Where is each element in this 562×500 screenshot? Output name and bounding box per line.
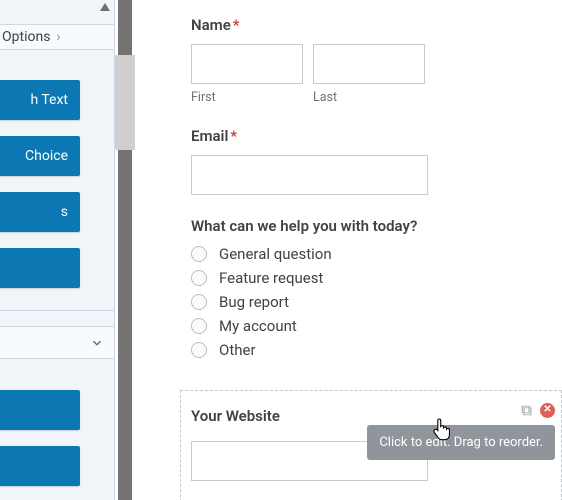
- field-type-button[interactable]: [0, 446, 80, 486]
- panel-scrollbar[interactable]: [115, 0, 135, 500]
- label-text: Name: [191, 16, 231, 34]
- duplicate-icon[interactable]: ⧉: [521, 401, 532, 419]
- edit-tooltip: Click to edit. Drag to reorder.: [367, 425, 555, 460]
- field-label: Name*: [191, 16, 562, 34]
- field-name[interactable]: Name* First Last: [191, 16, 562, 105]
- delete-icon[interactable]: ✕: [540, 403, 555, 418]
- radio-label: Other: [219, 341, 256, 359]
- field-type-label: s: [61, 204, 68, 220]
- sublabel-first: First: [191, 90, 303, 105]
- required-indicator: *: [230, 127, 237, 145]
- field-email[interactable]: Email*: [191, 127, 562, 195]
- last-name-input[interactable]: [313, 44, 425, 84]
- field-label: What can we help you with today?: [191, 217, 562, 235]
- radio-icon: [191, 318, 207, 334]
- field-help-topic[interactable]: What can we help you with today? General…: [191, 217, 562, 359]
- chevron-down-icon: [90, 336, 104, 350]
- form-preview-canvas: Name* First Last Email* What can w: [135, 0, 562, 500]
- field-options-label: Options: [2, 29, 50, 45]
- radio-label: General question: [219, 245, 332, 263]
- scroll-up-arrow[interactable]: [100, 0, 110, 10]
- field-type-label: Choice: [25, 148, 68, 164]
- radio-label: Feature request: [219, 269, 323, 287]
- radio-option[interactable]: Other: [191, 341, 562, 359]
- field-type-multiple-choice[interactable]: Choice: [0, 136, 80, 176]
- radio-icon: [191, 342, 207, 358]
- field-label: Email*: [191, 127, 562, 145]
- radio-icon: [191, 270, 207, 286]
- field-type-numbers[interactable]: s: [0, 192, 80, 232]
- field-type-button[interactable]: [0, 248, 80, 288]
- field-type-paragraph-text[interactable]: h Text: [0, 80, 80, 120]
- first-name-input[interactable]: [191, 44, 303, 84]
- radio-option[interactable]: General question: [191, 245, 562, 263]
- fancy-fields-accordion[interactable]: [0, 326, 114, 358]
- field-type-button[interactable]: [0, 390, 80, 430]
- email-input[interactable]: [191, 155, 428, 195]
- divider: [0, 358, 114, 359]
- field-label: Your Website: [191, 407, 551, 425]
- divider: [0, 310, 114, 311]
- radio-option[interactable]: My account: [191, 317, 562, 335]
- fields-panel: Options › h Text Choice s: [0, 0, 115, 500]
- radio-label: My account: [219, 317, 297, 335]
- field-type-label: h Text: [30, 92, 68, 108]
- sublabel-last: Last: [313, 90, 425, 105]
- radio-option[interactable]: Bug report: [191, 293, 562, 311]
- radio-label: Bug report: [219, 293, 289, 311]
- field-options-row[interactable]: Options ›: [0, 24, 114, 50]
- radio-icon: [191, 246, 207, 262]
- radio-icon: [191, 294, 207, 310]
- field-your-website[interactable]: ⧉ ✕ Your Website Click to edit. Drag to …: [180, 390, 562, 500]
- label-text: Email: [191, 127, 228, 145]
- radio-option[interactable]: Feature request: [191, 269, 562, 287]
- required-indicator: *: [233, 16, 240, 34]
- chevron-right-icon: ›: [56, 29, 60, 45]
